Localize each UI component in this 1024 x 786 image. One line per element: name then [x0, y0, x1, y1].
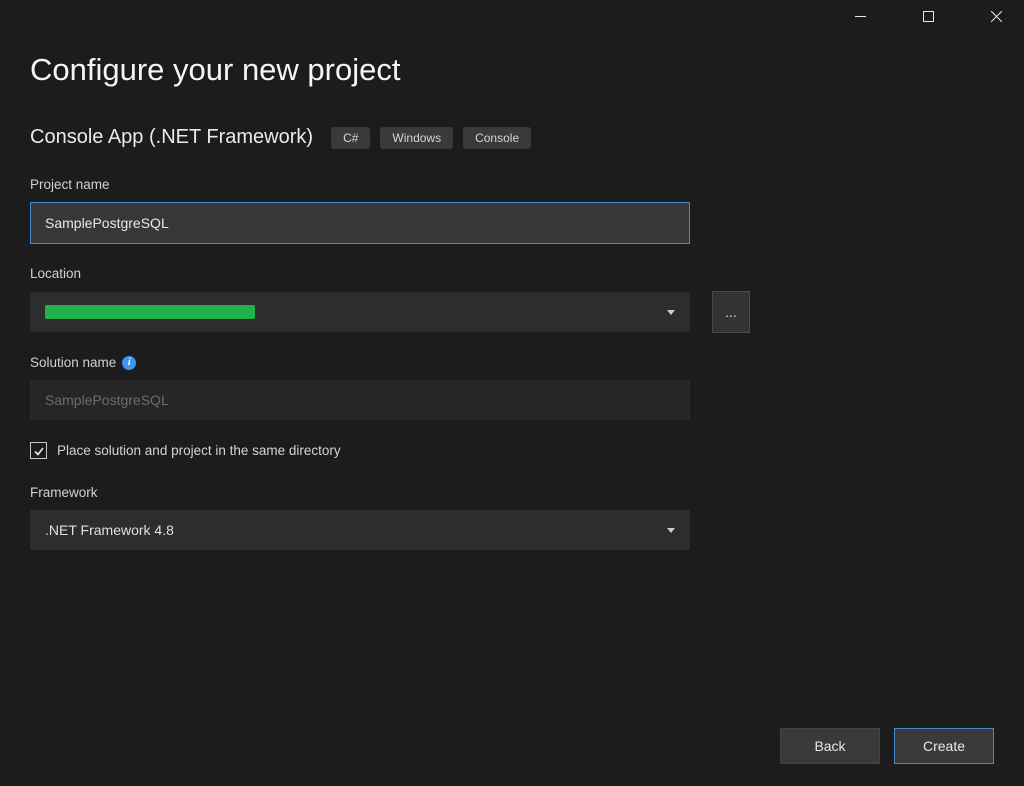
page-title: Configure your new project	[30, 52, 994, 88]
solution-name-input: SamplePostgreSQL	[30, 380, 690, 420]
framework-value: .NET Framework 4.8	[45, 522, 174, 538]
project-name-input[interactable]	[30, 202, 690, 244]
back-button[interactable]: Back	[780, 728, 880, 764]
subtitle-row: Console App (.NET Framework) C# Windows …	[30, 126, 994, 149]
tag-windows: Windows	[380, 127, 453, 149]
footer-buttons: Back Create	[780, 728, 994, 764]
info-icon[interactable]: i	[122, 356, 136, 370]
framework-group: Framework .NET Framework 4.8	[30, 485, 994, 550]
tag-console: Console	[463, 127, 531, 149]
template-tags: C# Windows Console	[331, 127, 531, 149]
solution-name-group: Solution name i SamplePostgreSQL	[30, 355, 994, 420]
close-button[interactable]	[974, 1, 1018, 31]
project-name-label: Project name	[30, 177, 994, 192]
window-titlebar	[0, 0, 1024, 32]
tag-csharp: C#	[331, 127, 370, 149]
page-body: Configure your new project Console App (…	[0, 32, 1024, 786]
same-directory-row[interactable]: Place solution and project in the same d…	[30, 442, 994, 459]
project-name-group: Project name	[30, 177, 994, 244]
location-value-redacted	[45, 305, 255, 319]
project-template-name: Console App (.NET Framework)	[30, 126, 313, 149]
minimize-button[interactable]	[838, 1, 882, 31]
framework-combobox[interactable]: .NET Framework 4.8	[30, 510, 690, 550]
framework-label: Framework	[30, 485, 994, 500]
location-combobox[interactable]	[30, 292, 690, 332]
browse-location-button[interactable]: ...	[712, 291, 750, 333]
create-button[interactable]: Create	[894, 728, 994, 764]
chevron-down-icon	[667, 310, 675, 315]
same-directory-checkbox[interactable]	[30, 442, 47, 459]
maximize-button[interactable]	[906, 1, 950, 31]
chevron-down-icon	[667, 528, 675, 533]
location-group: Location ...	[30, 266, 994, 333]
location-label: Location	[30, 266, 994, 281]
solution-name-label: Solution name i	[30, 355, 994, 370]
solution-name-label-text: Solution name	[30, 355, 116, 370]
same-directory-label: Place solution and project in the same d…	[57, 443, 341, 458]
